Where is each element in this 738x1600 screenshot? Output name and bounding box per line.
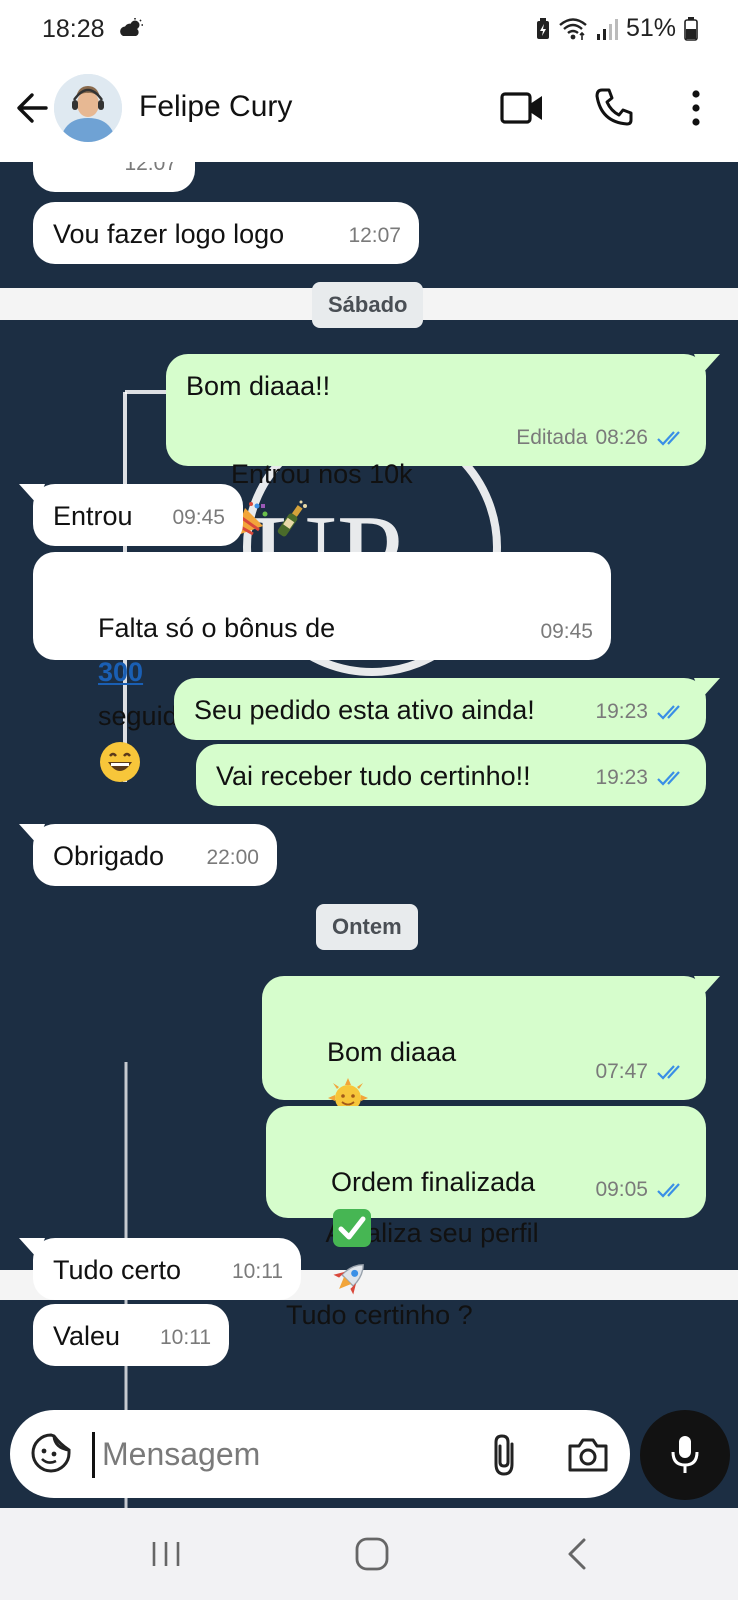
edited-label: Editada <box>516 426 588 449</box>
chat-header: Felipe Cury <box>0 62 738 162</box>
double-check-icon <box>657 1065 680 1080</box>
grinning-face-icon <box>100 741 141 782</box>
bubble-tail <box>19 1238 45 1258</box>
bubble-tail <box>694 678 720 698</box>
message-time: 08:26 <box>595 426 648 449</box>
incoming-message[interactable]: Vou fazer logo logo 12:07 <box>33 202 419 264</box>
microphone-button[interactable] <box>640 1410 730 1500</box>
message-text: Bom diaaa <box>327 1037 457 1067</box>
avatar[interactable] <box>54 74 122 142</box>
message-text: Falta só o bônus de <box>98 613 336 643</box>
system-nav-bar <box>0 1508 738 1600</box>
home-icon[interactable] <box>354 1536 390 1572</box>
outgoing-message[interactable]: Vai receber tudo certinho!! 19:23 <box>196 744 706 806</box>
message-time: 09:45 <box>172 506 225 529</box>
video-call-icon[interactable] <box>500 90 544 126</box>
message-time: 22:00 <box>206 846 259 869</box>
double-check-icon <box>657 431 680 446</box>
outgoing-message[interactable]: Bom diaaa Atualiza seu perfil 07:47 <box>262 976 720 1295</box>
message-text: Obrigado <box>53 841 165 871</box>
message-text: Valeu <box>53 1321 121 1351</box>
incoming-message[interactable]: Tudo certo 10:11 <box>19 1238 301 1300</box>
champagne-icon <box>277 500 308 537</box>
message-text: Seu pedido esta ativo ainda! <box>194 695 535 725</box>
chat-area[interactable]: UP BIZ 12:07 Vou fazer logo logo 12:07 S… <box>0 162 738 1508</box>
battery-percent: 51% <box>625 14 676 42</box>
message-time: 10:11 <box>232 1260 283 1283</box>
message-meta: 22:00 <box>206 836 259 880</box>
back-arrow-icon[interactable] <box>12 87 54 129</box>
message-meta: 09:45 <box>540 610 593 654</box>
incoming-message[interactable]: Obrigado 22:00 <box>19 824 277 886</box>
message-meta: 12:07 <box>124 162 177 186</box>
check-mark-button-icon <box>333 1208 372 1247</box>
message-time: 12:07 <box>124 162 177 175</box>
double-check-icon <box>657 771 680 786</box>
bubble-tail <box>19 484 45 504</box>
status-time: 18:28 <box>42 15 105 43</box>
message-time: 07:47 <box>595 1060 648 1083</box>
outgoing-message[interactable]: Ordem finalizada Tudo certinho ? 09:05 <box>266 1106 706 1330</box>
message-text: Vou fazer logo logo <box>53 219 285 249</box>
paperclip-icon[interactable] <box>484 1432 526 1478</box>
outgoing-message[interactable]: Seu pedido esta ativo ainda! 19:23 <box>174 678 720 740</box>
sticker-emoji-icon[interactable] <box>30 1432 72 1474</box>
message-time: 09:05 <box>595 1178 648 1201</box>
phone-call-icon[interactable] <box>593 86 635 128</box>
message-meta: 09:05 <box>595 1168 688 1212</box>
message-text: Entrou <box>53 501 133 531</box>
signal-icon <box>596 18 618 40</box>
status-icons: 51% <box>536 14 698 43</box>
contact-name[interactable]: Felipe Cury <box>139 90 292 124</box>
message-meta: 10:11 <box>160 1316 211 1360</box>
double-check-icon <box>657 705 680 720</box>
battery-icon <box>684 16 698 41</box>
message-text: BIZ <box>53 162 95 174</box>
text-cursor <box>92 1432 95 1478</box>
more-options-icon[interactable] <box>682 88 710 128</box>
message-text: Tudo certo <box>53 1255 182 1285</box>
battery-saver-icon <box>536 17 549 39</box>
recent-apps-icon[interactable] <box>148 1538 184 1570</box>
bubble-tail <box>694 976 720 996</box>
message-time: 09:45 <box>540 620 593 643</box>
outgoing-message[interactable]: Bom diaaa!! Entrou nos 10k Editada 08:26 <box>166 354 720 537</box>
message-time: 19:23 <box>595 700 648 723</box>
message-meta: 12:07 <box>348 214 401 258</box>
camera-icon[interactable] <box>566 1434 610 1474</box>
incoming-message[interactable]: BIZ 12:07 <box>33 162 195 192</box>
message-text: Ordem finalizada <box>331 1167 536 1197</box>
message-line: Tudo certinho ? <box>286 1299 473 1330</box>
bubble-tail <box>694 354 720 374</box>
message-time: 19:23 <box>595 766 648 789</box>
cloud-sun-icon <box>120 18 143 36</box>
message-meta: 19:23 <box>595 756 688 800</box>
message-line: Bom diaaa!! <box>186 371 331 401</box>
message-meta: 09:45 <box>172 496 225 540</box>
message-meta: 10:11 <box>232 1250 283 1294</box>
incoming-message[interactable]: Valeu 10:11 <box>33 1304 229 1366</box>
day-separator: Sábado <box>312 282 424 328</box>
microphone-icon <box>671 1436 699 1473</box>
message-meta: 07:47 <box>595 1050 688 1094</box>
day-separator: Ontem <box>316 904 418 950</box>
message-meta: Editada 08:26 <box>516 416 688 460</box>
wifi-icon <box>559 17 587 40</box>
bubble-tail <box>19 824 45 844</box>
status-bar: 18:28 51% <box>0 0 738 62</box>
incoming-message[interactable]: Entrou 09:45 <box>19 484 243 546</box>
back-nav-icon[interactable] <box>564 1536 592 1572</box>
message-meta: 19:23 <box>595 690 688 734</box>
message-input[interactable] <box>102 1426 472 1482</box>
incoming-message[interactable]: Falta só o bônus de 300 seguidores 09:45 <box>33 552 611 782</box>
message-text: Vai receber tudo certinho!! <box>216 761 531 791</box>
double-check-icon <box>657 1183 680 1198</box>
message-input-bar <box>10 1410 630 1498</box>
message-time: 12:07 <box>348 224 401 247</box>
message-link[interactable]: 300 <box>98 657 143 687</box>
message-time: 10:11 <box>160 1326 211 1349</box>
message-text: Entrou nos 10k <box>231 459 413 489</box>
avatar-photo <box>54 74 122 142</box>
